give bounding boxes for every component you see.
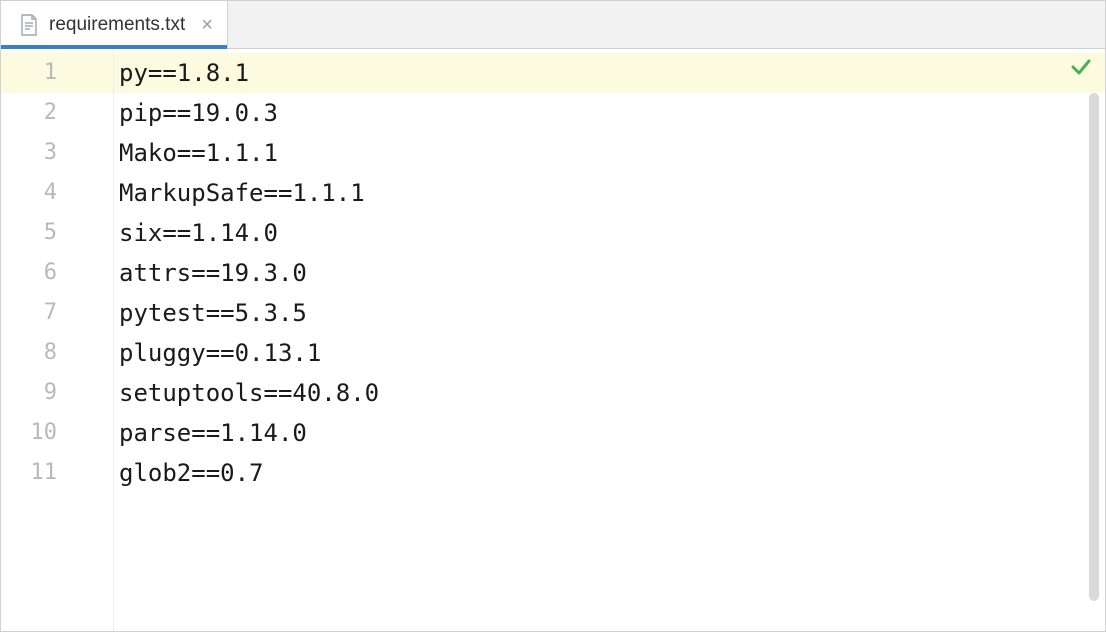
line-number: 5 [1,213,89,253]
line-number: 2 [1,93,89,133]
code-line[interactable]: parse==1.14.0 [119,413,1105,453]
code-line[interactable]: setuptools==40.8.0 [119,373,1105,413]
editor: 1234567891011 py==1.8.1pip==19.0.3Mako==… [1,49,1105,631]
line-number: 7 [1,293,89,333]
line-number: 1 [1,53,89,93]
code-line[interactable]: pytest==5.3.5 [119,293,1105,333]
code-line[interactable]: glob2==0.7 [119,453,1105,493]
line-number-gutter: 1234567891011 [1,49,89,631]
line-number: 9 [1,373,89,413]
line-number: 4 [1,173,89,213]
tab-label: requirements.txt [49,14,185,36]
code-area[interactable]: py==1.8.1pip==19.0.3Mako==1.1.1MarkupSaf… [89,49,1105,631]
code-line[interactable]: Mako==1.1.1 [119,133,1105,173]
tab-requirements[interactable]: requirements.txt × [1,1,228,48]
close-icon[interactable]: × [201,15,213,35]
line-number: 10 [1,413,89,453]
inspection-ok-icon[interactable] [1069,55,1093,84]
line-number: 11 [1,453,89,493]
code-line[interactable]: pluggy==0.13.1 [119,333,1105,373]
code-line[interactable]: attrs==19.3.0 [119,253,1105,293]
scrollbar[interactable] [1089,93,1099,601]
line-number: 6 [1,253,89,293]
code-line[interactable]: pip==19.0.3 [119,93,1105,133]
line-number: 3 [1,133,89,173]
code-line[interactable]: py==1.8.1 [119,53,1105,93]
code-line[interactable]: six==1.14.0 [119,213,1105,253]
line-number: 8 [1,333,89,373]
text-file-icon [19,14,39,36]
scrollbar-thumb[interactable] [1089,93,1099,601]
tab-bar: requirements.txt × [1,1,1105,49]
code-line[interactable]: MarkupSafe==1.1.1 [119,173,1105,213]
